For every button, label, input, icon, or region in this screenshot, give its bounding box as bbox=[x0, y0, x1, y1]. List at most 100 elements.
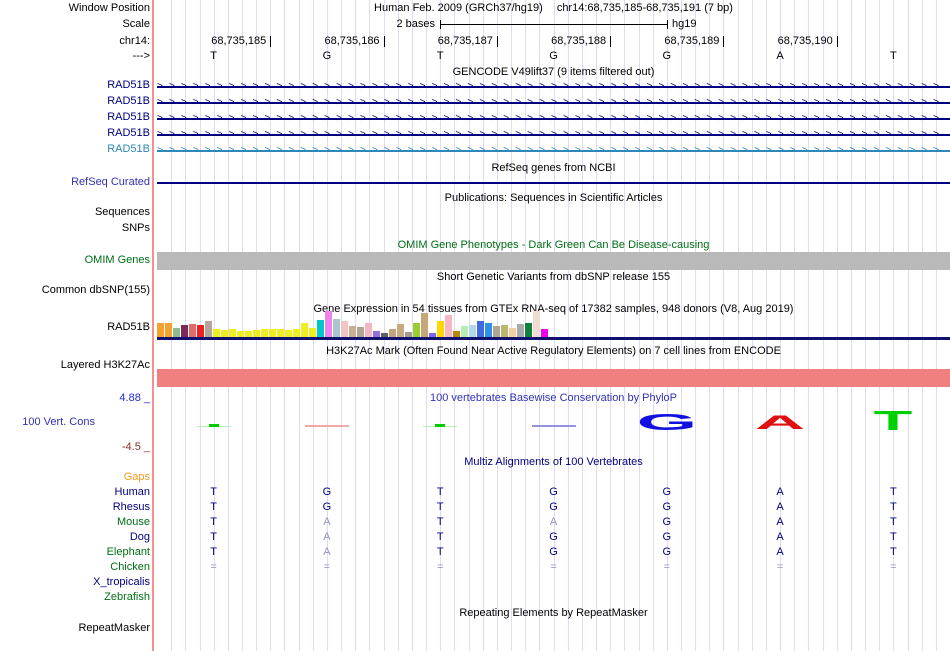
species-label[interactable]: Chicken bbox=[0, 561, 150, 574]
species-label[interactable]: X_tropicalis bbox=[0, 576, 150, 589]
species-label[interactable]: Gaps bbox=[0, 471, 150, 484]
omim-gene-bar[interactable] bbox=[157, 252, 950, 270]
alignment-base: T bbox=[890, 546, 897, 558]
alignment-base: T bbox=[890, 486, 897, 498]
reference-base: T bbox=[210, 50, 217, 62]
track-title-dbsnp[interactable]: Short Genetic Variants from dbSNP releas… bbox=[157, 271, 950, 284]
species-label[interactable]: Mouse bbox=[0, 516, 150, 529]
refseq-curated-label[interactable]: RefSeq Curated bbox=[0, 176, 150, 189]
gtex-bar bbox=[197, 325, 204, 337]
reference-base: A bbox=[776, 50, 784, 62]
reference-base: G bbox=[322, 50, 332, 62]
position-label: 68,735,187 bbox=[437, 35, 493, 47]
conservation-min-value: -4.5 _ bbox=[121, 441, 150, 453]
gene-row[interactable]: >>>>>>>>>>>>>>>>>>>>>>>>>>>>>>>>>>>>>>>>… bbox=[157, 95, 950, 111]
conservation-letter: T bbox=[873, 405, 913, 436]
track-title-omim[interactable]: OMIM Gene Phenotypes - Dark Green Can Be… bbox=[157, 239, 950, 252]
gtex-bar bbox=[469, 325, 476, 337]
sequences-label[interactable]: Sequences bbox=[0, 206, 150, 219]
track-title-h3k27ac[interactable]: H3K27Ac Mark (Often Found Near Active Re… bbox=[157, 345, 950, 358]
gtex-bar bbox=[477, 321, 484, 337]
gene-label[interactable]: RAD51B bbox=[0, 127, 150, 140]
gtex-bar bbox=[325, 311, 332, 337]
omim-genes-label[interactable]: OMIM Genes bbox=[0, 254, 150, 267]
species-label[interactable]: Dog bbox=[0, 531, 150, 544]
gene-label[interactable]: RAD51B bbox=[0, 95, 150, 108]
gtex-bar bbox=[349, 326, 356, 337]
gtex-gene-label[interactable]: RAD51B bbox=[0, 321, 150, 334]
gtex-bar bbox=[205, 321, 212, 337]
chromosome-label: chr14: bbox=[119, 35, 150, 47]
snps-label[interactable]: SNPs bbox=[0, 222, 150, 235]
species-label[interactable]: Rhesus bbox=[0, 501, 150, 514]
alignment-base: G bbox=[549, 546, 558, 558]
gtex-bar bbox=[421, 313, 428, 337]
gene-strand-arrows: >>>>>>>>>>>>>>>>>>>>>>>>>>>>>>>>>>>>>>>>… bbox=[157, 129, 946, 140]
alignment-base: G bbox=[662, 546, 672, 558]
conservation-line bbox=[304, 425, 349, 427]
reference-base: G bbox=[662, 50, 672, 62]
gtex-bar bbox=[333, 319, 340, 337]
gtex-bar bbox=[413, 323, 420, 337]
gene-row[interactable]: >>>>>>>>>>>>>>>>>>>>>>>>>>>>>>>>>>>>>>>>… bbox=[157, 143, 950, 159]
gene-row[interactable]: >>>>>>>>>>>>>>>>>>>>>>>>>>>>>>>>>>>>>>>>… bbox=[157, 79, 950, 95]
gene-row[interactable]: >>>>>>>>>>>>>>>>>>>>>>>>>>>>>>>>>>>>>>>>… bbox=[157, 127, 950, 143]
alignment-base: A bbox=[323, 531, 331, 543]
alignment-base: A bbox=[776, 516, 784, 528]
track-title-conservation[interactable]: 100 vertebrates Basewise Conservation by… bbox=[157, 392, 950, 405]
genome-browser: Window Position Human Feb. 2009 (GRCh37/… bbox=[0, 0, 950, 651]
alignment-base: T bbox=[890, 501, 897, 513]
gtex-bar bbox=[517, 324, 524, 337]
track-title-repeatmasker[interactable]: Repeating Elements by RepeatMasker bbox=[157, 607, 950, 620]
gtex-bar bbox=[213, 329, 220, 337]
position-tick bbox=[610, 36, 612, 47]
species-label[interactable]: Zebrafish bbox=[0, 591, 150, 604]
gene-row[interactable]: >>>>>>>>>>>>>>>>>>>>>>>>>>>>>>>>>>>>>>>>… bbox=[157, 111, 950, 127]
alignment-base: T bbox=[210, 546, 217, 558]
alignment-base: T bbox=[210, 486, 217, 498]
common-dbsnp-label[interactable]: Common dbSNP(155) bbox=[0, 284, 150, 297]
h3k27ac-signal-bar[interactable] bbox=[157, 369, 950, 387]
alignment-base: = bbox=[210, 561, 217, 573]
species-label[interactable]: Elephant bbox=[0, 546, 150, 559]
repeatmasker-label[interactable]: RepeatMasker bbox=[0, 622, 150, 635]
alignment-base: A bbox=[776, 531, 784, 543]
alignment-base: = bbox=[323, 561, 331, 573]
gene-strand-arrows: >>>>>>>>>>>>>>>>>>>>>>>>>>>>>>>>>>>>>>>>… bbox=[157, 81, 946, 92]
gtex-baseline bbox=[157, 337, 950, 340]
alignment-base: G bbox=[322, 486, 332, 498]
gene-label[interactable]: RAD51B bbox=[0, 79, 150, 92]
reference-base: T bbox=[436, 50, 444, 62]
gene-strand-arrows: >>>>>>>>>>>>>>>>>>>>>>>>>>>>>>>>>>>>>>>>… bbox=[157, 113, 946, 124]
scale-value: 2 bases bbox=[396, 18, 435, 30]
position-label: 68,735,188 bbox=[551, 35, 607, 47]
gtex-bar bbox=[277, 329, 284, 337]
gtex-bar bbox=[357, 327, 364, 337]
reference-base: T bbox=[890, 50, 897, 62]
alignment-base: G bbox=[549, 531, 558, 543]
alignment-base: G bbox=[662, 486, 672, 498]
alignment-base: T bbox=[210, 501, 217, 513]
track-title-refseq[interactable]: RefSeq genes from NCBI bbox=[157, 162, 950, 175]
refseq-gene-line[interactable] bbox=[157, 182, 950, 184]
window-position-title: Human Feb. 2009 (GRCh37/hg19) chr14:68,73… bbox=[157, 2, 950, 15]
track-title-gtex[interactable]: Gene Expression in 54 tissues from GTEx … bbox=[157, 303, 950, 316]
gene-label[interactable]: RAD51B bbox=[0, 143, 150, 156]
alignment-base: = bbox=[776, 561, 784, 573]
reference-base: G bbox=[549, 50, 558, 62]
species-label[interactable]: Human bbox=[0, 486, 150, 499]
gtex-bar bbox=[269, 329, 276, 337]
gtex-bar bbox=[437, 321, 444, 337]
alignment-base: A bbox=[776, 501, 784, 513]
track-title-publications[interactable]: Publications: Sequences in Scientific Ar… bbox=[157, 192, 950, 205]
alignment-base: G bbox=[549, 501, 558, 513]
scale-assembly: hg19 bbox=[672, 18, 697, 30]
gene-label[interactable]: RAD51B bbox=[0, 111, 150, 124]
position-label: 68,735,185 bbox=[211, 35, 267, 47]
track-title-gencode[interactable]: GENCODE V49lift37 (9 items filtered out) bbox=[157, 66, 950, 79]
alignment-base: T bbox=[436, 516, 444, 528]
layered-h3k27ac-label[interactable]: Layered H3K27Ac bbox=[0, 359, 150, 372]
conservation-track-label[interactable]: 100 Vert. Cons bbox=[0, 416, 95, 429]
track-title-multiz[interactable]: Multiz Alignments of 100 Vertebrates bbox=[157, 456, 950, 469]
alignment-base: T bbox=[436, 546, 444, 558]
